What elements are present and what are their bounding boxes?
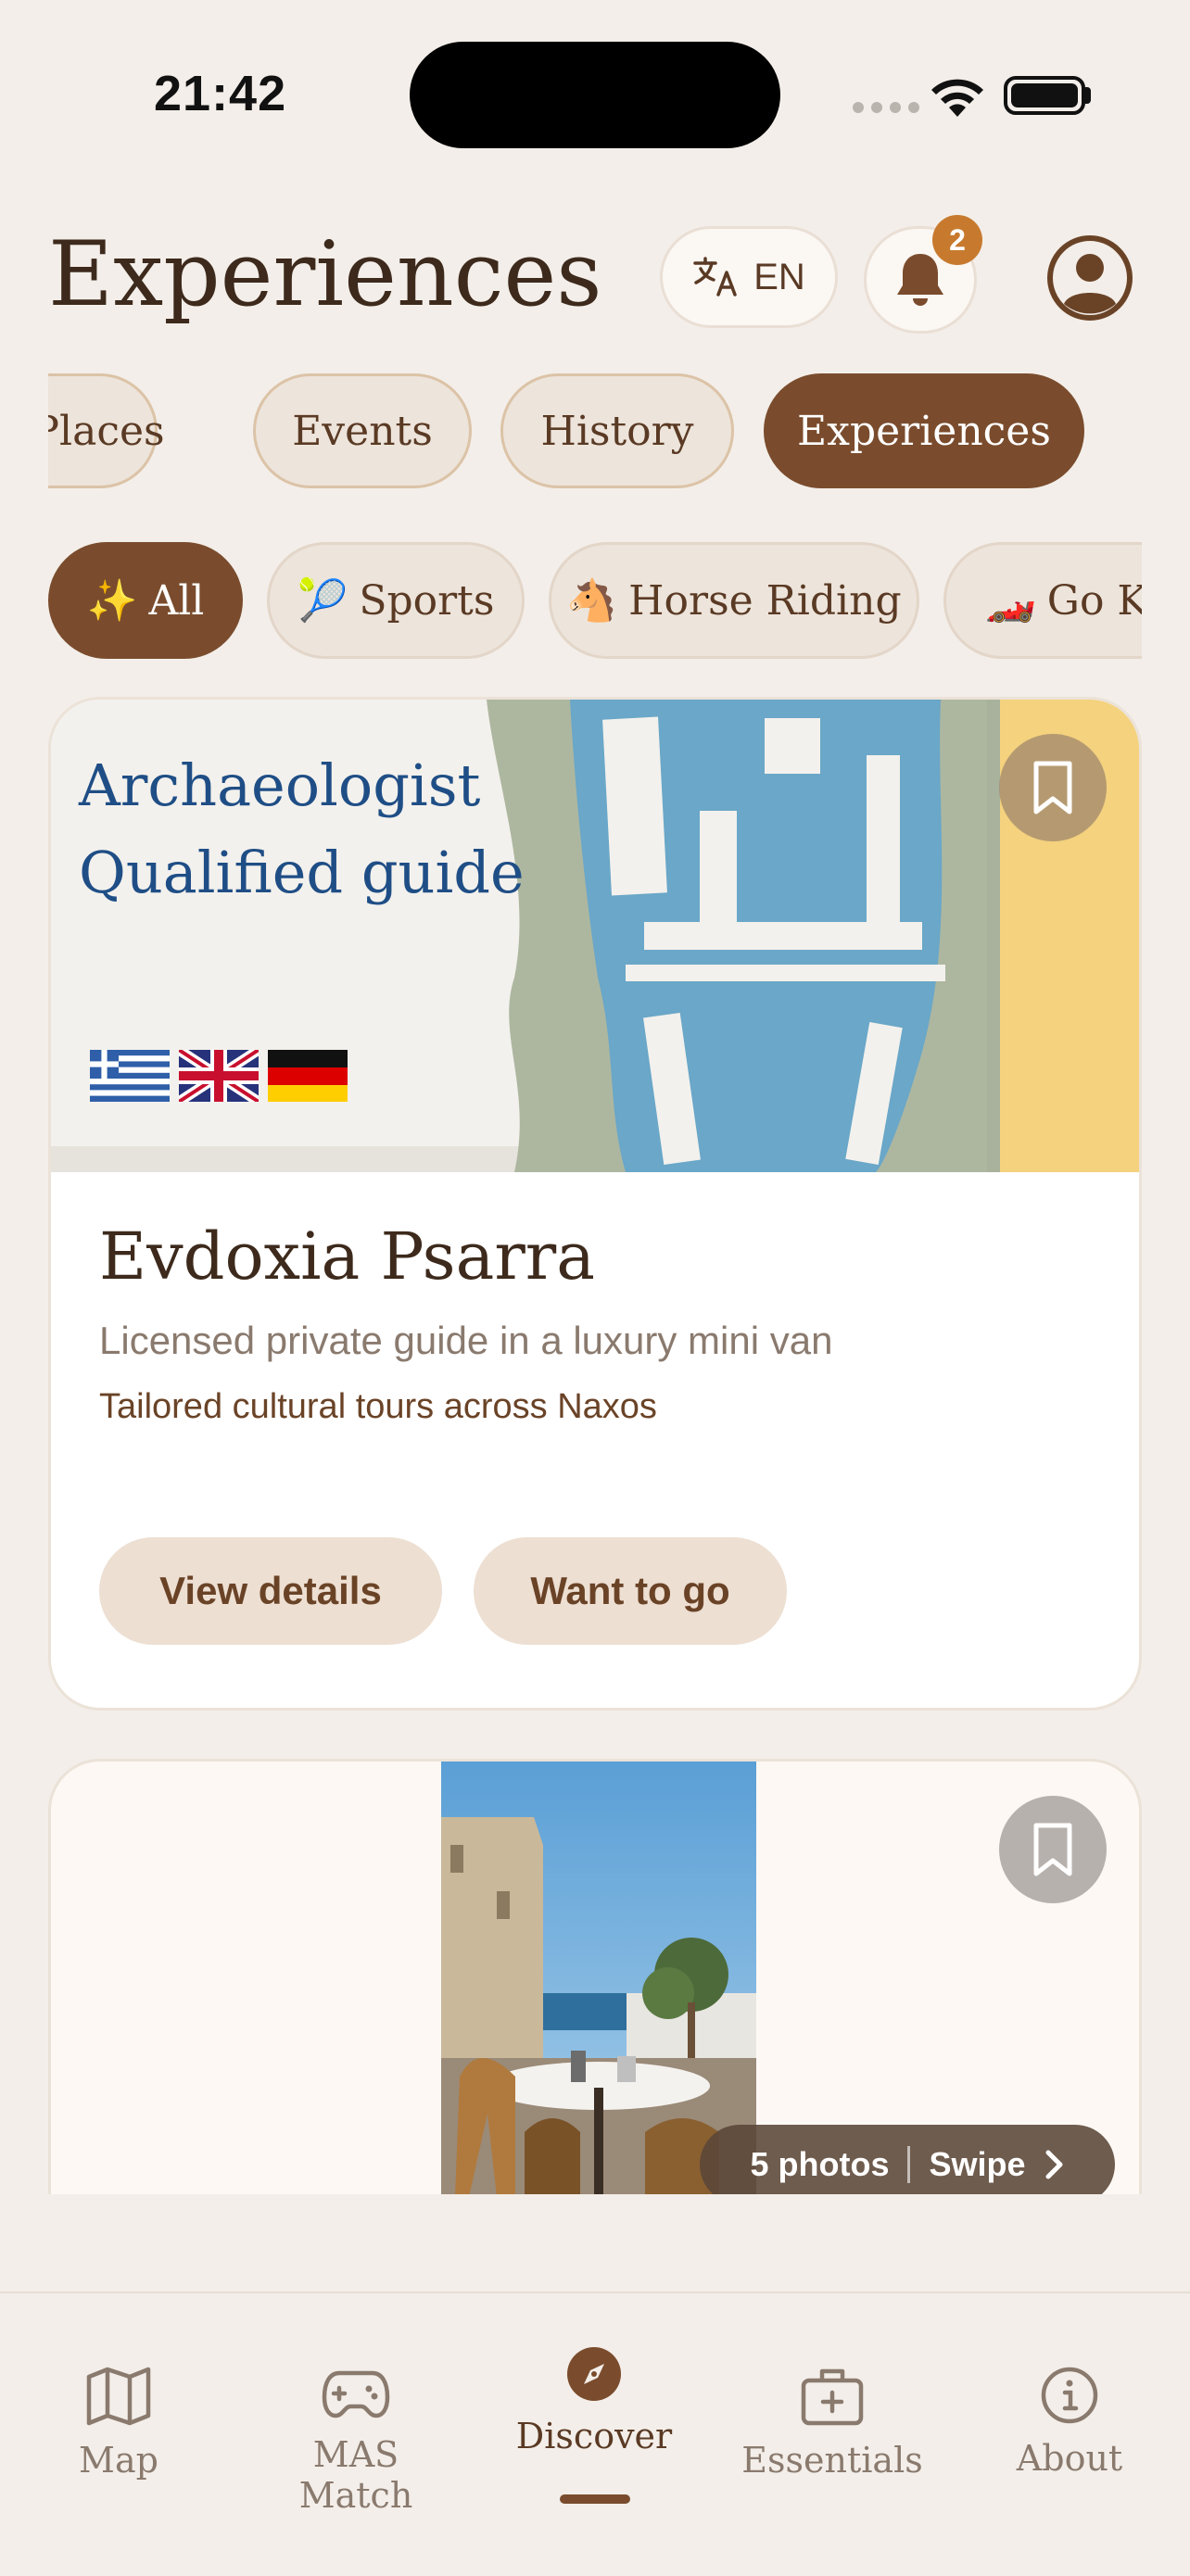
chip-label: All (148, 576, 205, 625)
nav-discover[interactable]: Discover (492, 2345, 696, 2456)
sparkles-icon: ✨ (86, 577, 138, 625)
hero-caption-line: Archaeologist (79, 751, 481, 819)
photo-swipe-pill[interactable]: 5 photos Swipe (700, 2125, 1115, 2194)
experience-card[interactable]: 5 photos Swipe (48, 1759, 1142, 2194)
cellular-signal-icon (853, 102, 919, 113)
tab-label: Places (48, 407, 165, 455)
nav-map[interactable]: Map (17, 2366, 221, 2481)
chip-all[interactable]: ✨ All (48, 542, 243, 659)
race-car-icon: 🏎️ (985, 577, 1036, 625)
tab-places[interactable]: Places (48, 373, 165, 488)
bookmark-icon (1033, 761, 1072, 814)
bottom-nav: Map MAS Match Discover Essentials About (0, 2292, 1190, 2576)
battery-icon (1004, 76, 1085, 115)
nav-essentials[interactable]: Essentials (730, 2366, 934, 2481)
tab-history[interactable]: History (500, 373, 734, 488)
bookmark-icon (1033, 1823, 1072, 1876)
card-photo (441, 1762, 756, 2194)
guide-subtitle: Licensed private guide in a luxury mini … (99, 1319, 833, 1362)
wifi-icon (931, 79, 983, 117)
map-icon (86, 2367, 151, 2426)
category-tabs: Places Events History Experiences (48, 373, 1142, 490)
battery-tip (1085, 87, 1091, 104)
nav-label: MAS Match (298, 2434, 413, 2516)
chip-sports[interactable]: 🎾 Sports (267, 542, 525, 659)
experience-card[interactable]: Archaeologist Qualified guide Evdoxia Ps… (48, 697, 1142, 1711)
nav-label: Discover (515, 2416, 673, 2456)
swipe-label: Swipe (929, 2145, 1026, 2183)
german-flag-icon (268, 1050, 348, 1102)
page-title: Experiences (48, 222, 602, 326)
chip-label: Sports (359, 576, 495, 625)
compass-icon (567, 2347, 621, 2401)
uk-flag-icon (179, 1050, 259, 1102)
chip-go-karting[interactable]: 🏎️ Go Karting (943, 542, 1142, 659)
chip-label: Horse Riding (628, 576, 902, 625)
view-details-button[interactable]: View details (99, 1537, 442, 1645)
nav-about[interactable]: About (968, 2366, 1171, 2479)
bookmark-button[interactable] (999, 734, 1107, 841)
nav-label: Map (79, 2440, 158, 2481)
restaurant-photo (441, 1762, 756, 2194)
chevron-right-icon (1045, 2150, 1063, 2179)
tab-label: History (540, 407, 694, 455)
guide-tagline: Tailored cultural tours across Naxos (99, 1387, 657, 1426)
language-label: EN (753, 256, 805, 297)
want-to-go-button[interactable]: Want to go (474, 1537, 787, 1645)
photo-count: 5 photos (750, 2145, 890, 2183)
nav-label: Essentials (741, 2440, 923, 2481)
nav-active-indicator (560, 2494, 630, 2504)
status-time: 21:42 (154, 66, 287, 121)
chip-horse-riding[interactable]: 🐴 Horse Riding (549, 542, 919, 659)
profile-icon[interactable] (1045, 234, 1134, 322)
card-hero-image: Archaeologist Qualified guide (51, 700, 1139, 1172)
horse-icon: 🐴 (566, 577, 618, 625)
bell-icon (897, 254, 943, 306)
language-button[interactable]: EN (660, 226, 838, 328)
tab-events[interactable]: Events (253, 373, 472, 488)
tab-label: Events (292, 407, 433, 455)
hero-caption: Archaeologist Qualified guide (79, 742, 525, 916)
greek-flag-icon (90, 1050, 170, 1102)
bookmark-button[interactable] (999, 1796, 1107, 1903)
first-aid-kit-icon (801, 2368, 864, 2426)
card-body: Evdoxia Psarra Licensed private guide in… (99, 1219, 1091, 1427)
gamepad-icon (322, 2370, 390, 2418)
nav-mas-match[interactable]: MAS Match (254, 2366, 458, 2516)
translate-icon (693, 257, 737, 297)
guide-name: Evdoxia Psarra (99, 1219, 595, 1294)
dynamic-island (410, 42, 780, 148)
tab-experiences[interactable]: Experiences (764, 373, 1084, 488)
nav-label: About (1016, 2438, 1123, 2479)
tennis-ball-icon: 🎾 (297, 577, 348, 625)
info-icon (1041, 2367, 1098, 2424)
notification-badge: 2 (932, 215, 982, 265)
hero-caption-line: Qualified guide (79, 839, 525, 906)
tab-label: Experiences (797, 407, 1051, 455)
chip-label: Go Karting (1046, 576, 1142, 625)
filter-chips: ✨ All 🎾 Sports 🐴 Horse Riding 🏎️ Go Kart… (48, 542, 1142, 661)
divider (907, 2146, 911, 2183)
